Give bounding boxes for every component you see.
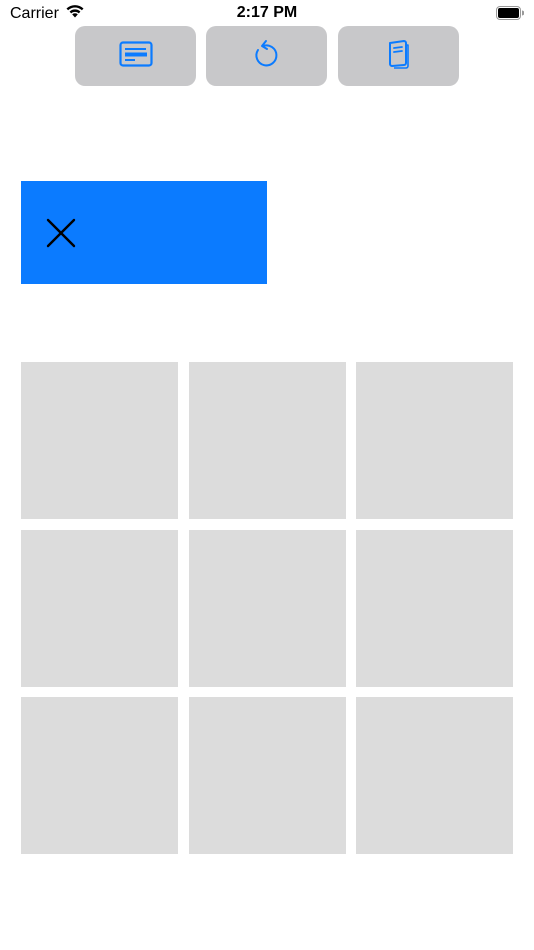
board-cell-2[interactable] [188,362,346,519]
book-icon [387,39,411,74]
board-cell-5[interactable] [188,529,346,687]
book-button[interactable] [338,26,459,86]
x-mark-icon [45,217,77,249]
board-cell-4[interactable] [21,529,178,687]
board-cell-9[interactable] [356,697,513,854]
battery-icon [496,6,525,20]
board-cell-1[interactable] [21,362,178,519]
undo-icon [253,39,281,74]
status-bar: Carrier 2:17 PM [0,0,534,26]
board-cell-7[interactable] [21,697,178,854]
board-cell-8[interactable] [188,697,346,854]
undo-button[interactable] [206,26,327,86]
turn-indicator [21,181,267,284]
card-button[interactable] [75,26,196,86]
board-cell-6[interactable] [356,529,513,687]
board-cell-3[interactable] [356,362,513,519]
card-icon [118,40,153,72]
game-board [21,362,513,854]
status-time: 2:17 PM [236,4,298,21]
